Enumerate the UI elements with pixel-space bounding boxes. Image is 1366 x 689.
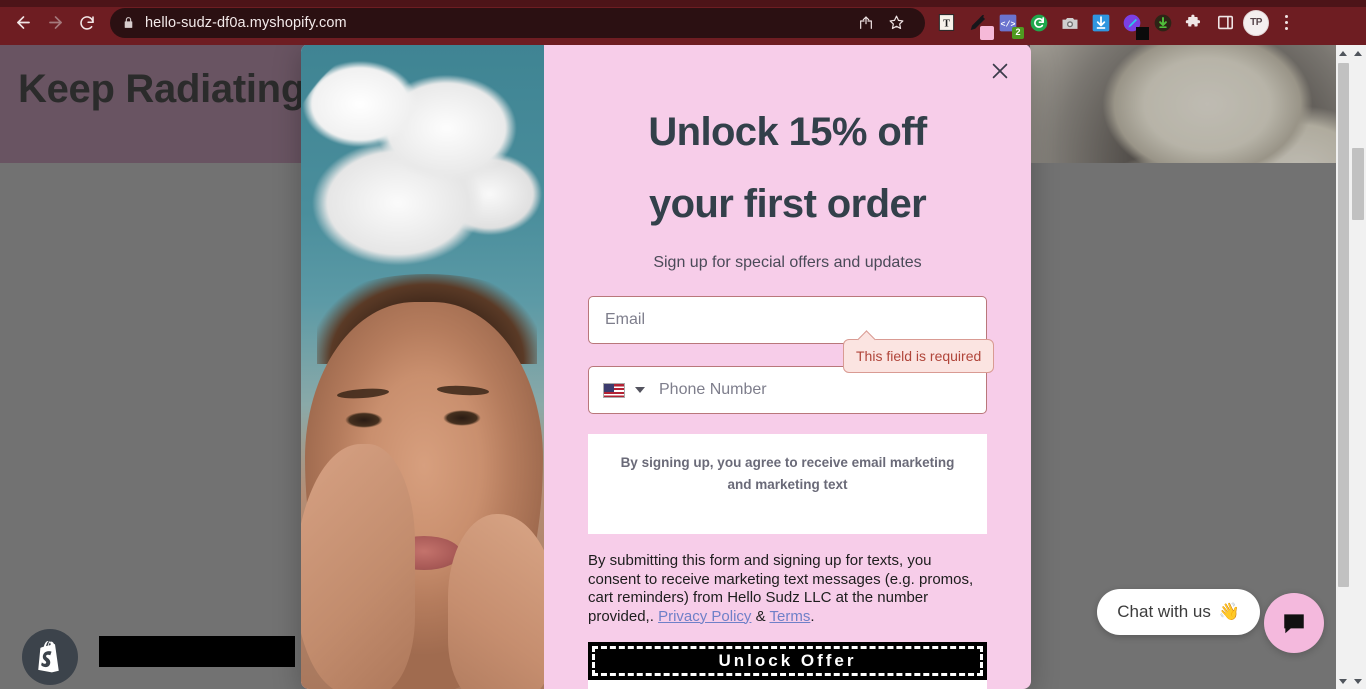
typography-extension-icon[interactable]: T [933, 10, 959, 36]
sms-disclaimer: By submitting this form and signing up f… [588, 552, 987, 626]
chevron-down-icon[interactable] [635, 387, 645, 393]
hand-right [448, 514, 544, 689]
waving-hand-icon: 👋 [1218, 602, 1240, 621]
code-inspector-extension-icon[interactable]: </> 2 [995, 10, 1024, 39]
modal-hero-image [301, 44, 544, 689]
modal-content: Unlock 15% off your first order Sign up … [544, 44, 1031, 689]
chat-prompt[interactable]: Chat with us 👋 [1097, 589, 1260, 635]
camera-extension-icon[interactable] [1057, 10, 1083, 36]
unlock-offer-label: Unlock Offer [718, 651, 857, 670]
sms-disclaimer-period: . [810, 607, 815, 625]
phone-placeholder: Phone Number [659, 381, 767, 398]
svg-text:T: T [943, 18, 950, 29]
consent-notice: By signing up, you agree to receive emai… [588, 434, 987, 534]
modal-headline-line1: Unlock 15% off [648, 110, 927, 154]
forward-icon[interactable] [40, 8, 70, 38]
scroll-down-arrow-icon[interactable] [1350, 673, 1366, 689]
url-text: hello-sudz-df0a.myshopify.com [145, 14, 347, 31]
navigation-buttons [8, 8, 102, 38]
chat-prompt-label: Chat with us [1117, 602, 1211, 621]
shopify-logo-icon[interactable] [22, 629, 78, 685]
decline-button[interactable]: No, thanks [588, 680, 987, 689]
privacy-policy-link[interactable]: Privacy Policy [658, 608, 751, 625]
eye-right [443, 410, 481, 426]
inner-scrollbar-thumb[interactable] [1338, 63, 1349, 587]
lock-icon [122, 16, 135, 29]
modal-headline: Unlock 15% off your first order [588, 96, 987, 240]
bookmark-star-icon[interactable] [883, 10, 909, 36]
page-scrollbar-thumb[interactable] [1352, 148, 1364, 220]
reload-icon[interactable] [72, 8, 102, 38]
profile-avatar[interactable]: TP [1243, 9, 1269, 36]
download-manager-extension-icon[interactable] [1088, 10, 1114, 36]
downloads-extension-icon[interactable] [1150, 10, 1176, 36]
sms-disclaimer-amp: & [751, 607, 770, 625]
signup-modal: Unlock 15% off your first order Sign up … [301, 44, 1031, 689]
cta-button-redacted[interactable] [99, 636, 295, 667]
unlock-offer-button[interactable]: Unlock Offer [588, 642, 987, 680]
modal-headline-line2: your first order [648, 182, 927, 226]
hand-left [301, 444, 415, 689]
omnibox-actions [853, 10, 913, 36]
scroll-down-arrow-icon[interactable] [1336, 673, 1350, 689]
us-flag-icon[interactable] [603, 382, 625, 398]
validation-tooltip: This field is required [843, 339, 995, 373]
address-bar[interactable]: hello-sudz-df0a.myshopify.com [110, 7, 925, 38]
browser-toolbar: hello-sudz-df0a.myshopify.com T </> 2 TP [0, 0, 1366, 45]
screen: hello-sudz-df0a.myshopify.com T </> 2 TP… [0, 0, 1366, 689]
side-panel-icon[interactable] [1212, 10, 1238, 36]
black-swatch [1136, 26, 1149, 40]
refresh-extension-icon[interactable] [1026, 10, 1052, 36]
back-icon[interactable] [8, 8, 38, 38]
email-field[interactable]: Email [588, 296, 987, 344]
extensions-strip: T </> 2 TP [933, 9, 1298, 40]
scroll-up-arrow-icon[interactable] [1336, 45, 1350, 61]
chrome-menu-icon[interactable] [1274, 10, 1298, 36]
eyedropper-extension-icon[interactable] [964, 10, 994, 40]
extensions-puzzle-icon[interactable] [1181, 10, 1207, 36]
scroll-up-arrow-icon[interactable] [1350, 45, 1366, 61]
color-swatch [980, 25, 994, 40]
modal-subheadline: Sign up for special offers and updates [653, 254, 922, 271]
phone-field[interactable]: Phone Number This field is required [588, 339, 995, 414]
eye-left [345, 412, 383, 428]
extension-badge: 2 [1012, 26, 1024, 39]
chat-launcher-button[interactable] [1264, 593, 1324, 653]
share-icon[interactable] [853, 10, 879, 36]
tab-strip [0, 0, 1366, 7]
pen-extension-icon[interactable] [1119, 10, 1149, 40]
email-placeholder: Email [605, 311, 646, 328]
sms-disclaimer-sep: . [649, 607, 659, 625]
terms-link[interactable]: Terms [770, 608, 811, 625]
inner-scrollbar[interactable] [1336, 45, 1350, 689]
close-icon[interactable] [985, 56, 1015, 86]
page-scrollbar[interactable] [1350, 45, 1366, 689]
